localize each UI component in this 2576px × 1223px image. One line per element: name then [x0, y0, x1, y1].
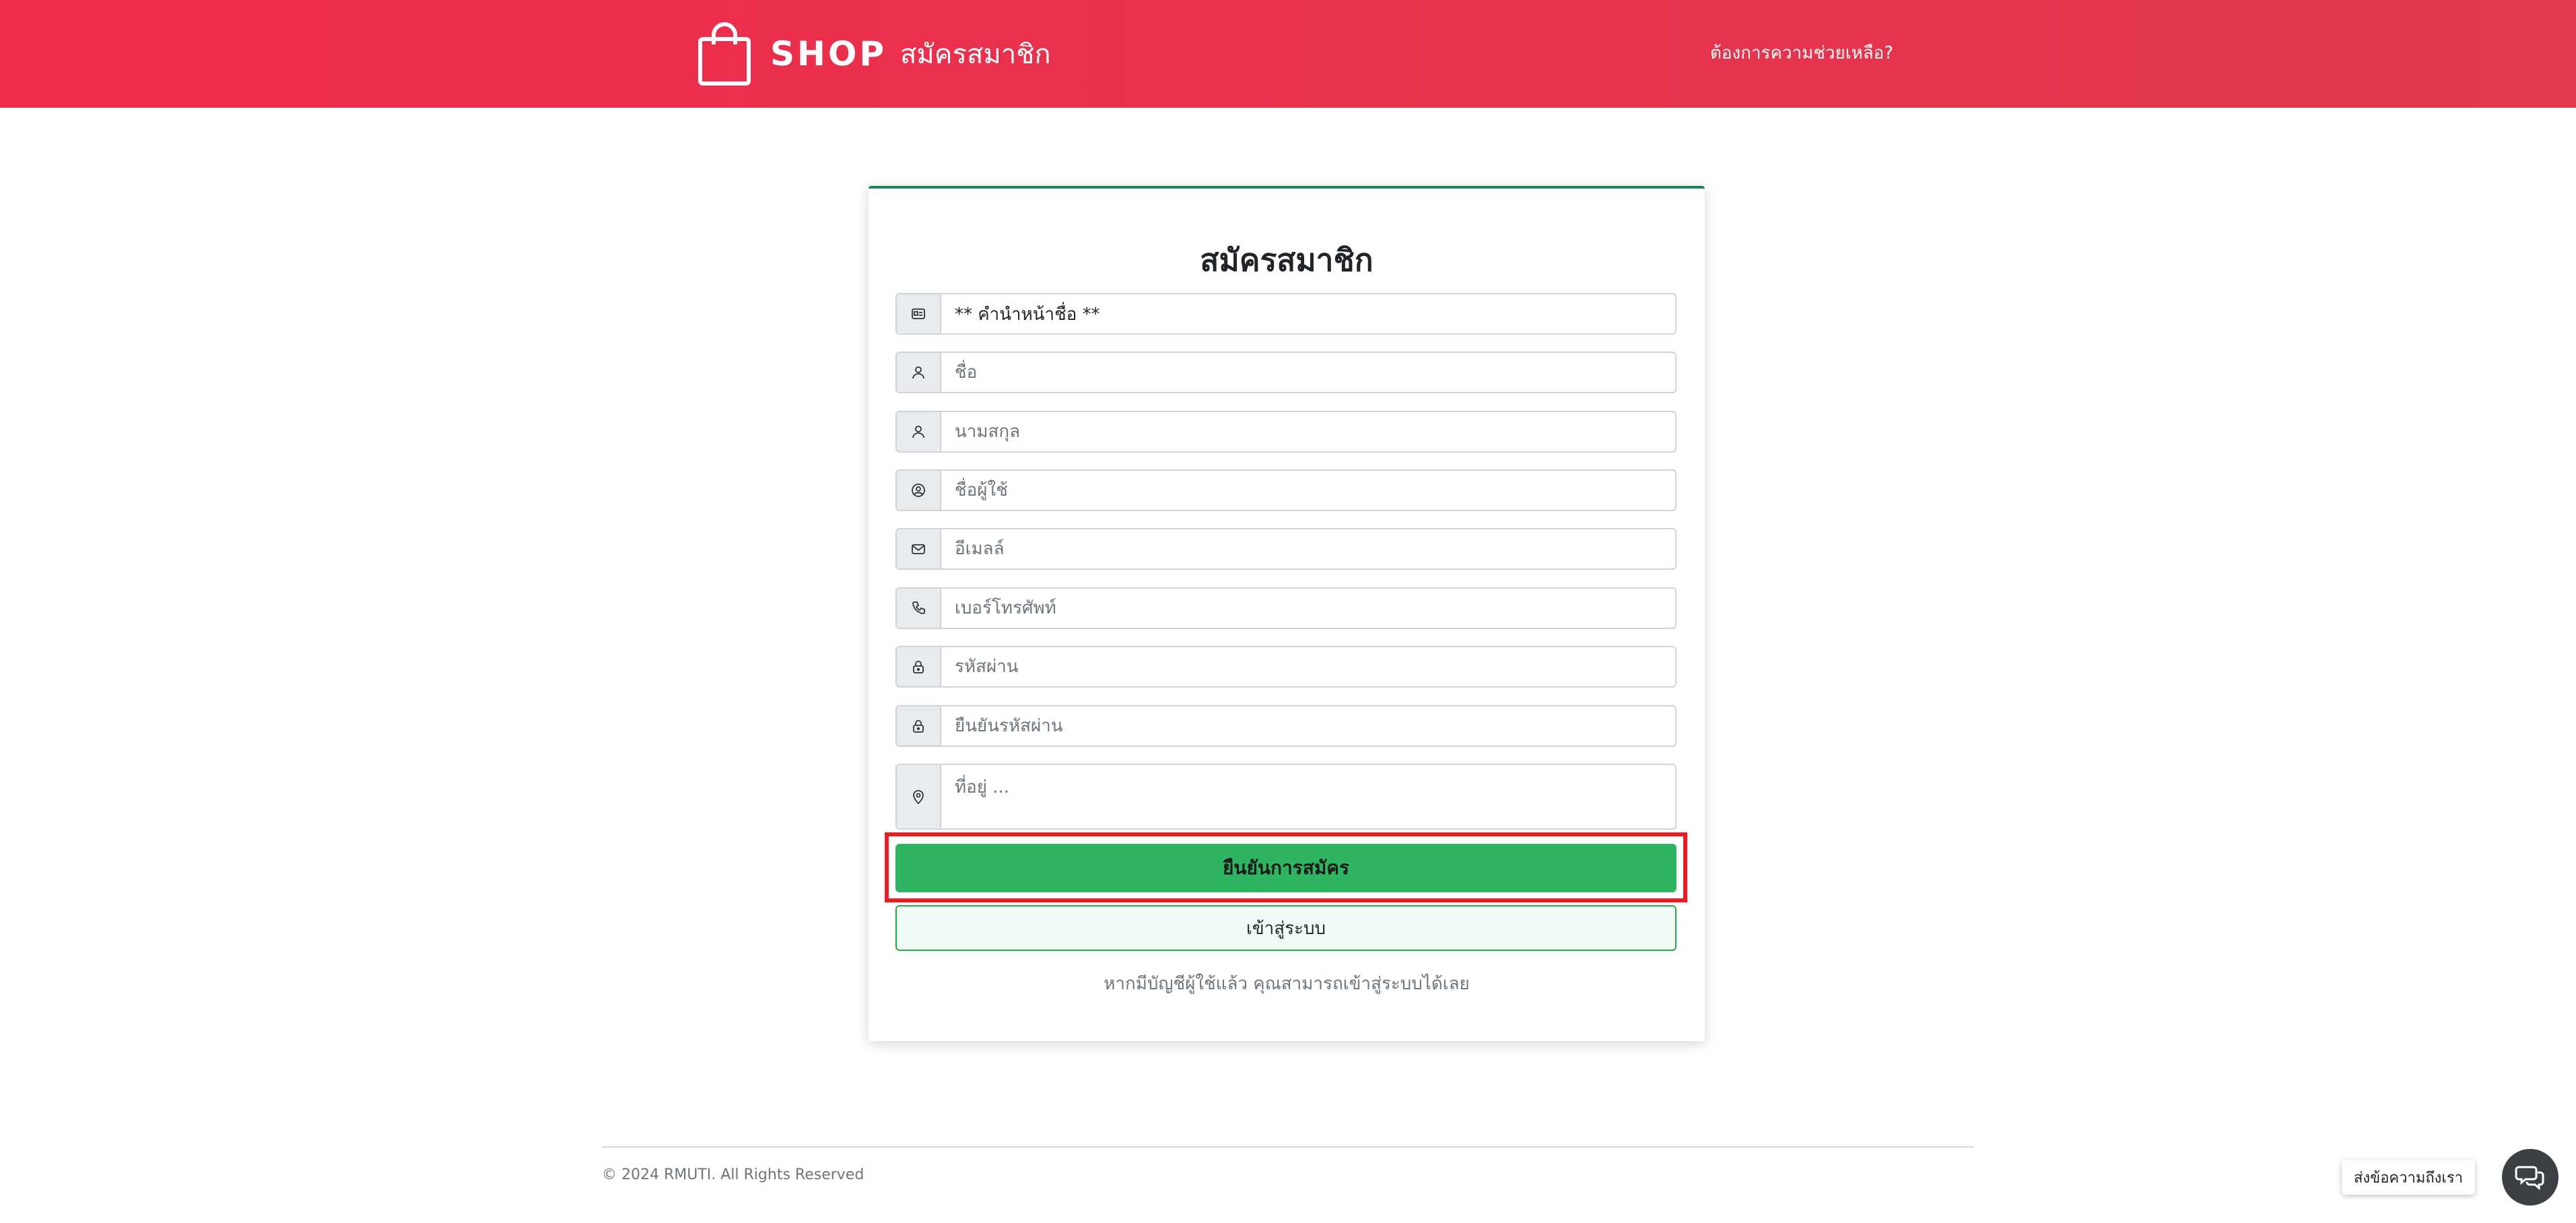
footer-divider [602, 1146, 1974, 1148]
chat-bubbles-icon [2515, 1166, 2544, 1191]
login-button[interactable]: เข้าสู่ระบบ [895, 905, 1676, 951]
brand[interactable]: SHOP สมัครสมาชิก [698, 20, 1051, 88]
top-header: SHOP สมัครสมาชิก ต้องการความช่วยเหลือ? [0, 0, 2576, 108]
copyright: © 2024 RMUTI. All Rights Reserved [602, 1166, 865, 1183]
shopping-bag-icon [698, 22, 751, 86]
chat-label[interactable]: ส่งข้อความถึงเรา [2342, 1160, 2476, 1195]
brand-text: SHOP [770, 34, 887, 73]
card-actions: ยืนยันการสมัคร เข้าสู่ระบบ หากมีบัญชีผู้… [869, 186, 1705, 1041]
chat-button[interactable] [2502, 1149, 2558, 1205]
help-link[interactable]: ต้องการความช่วยเหลือ? [1710, 39, 1893, 67]
login-hint: หากมีบัญชีผู้ใช้แล้ว คุณสามารถเข้าสู่ระบ… [1104, 974, 1470, 994]
submit-button[interactable]: ยืนยันการสมัคร [895, 844, 1676, 892]
brand-subtitle: สมัครสมาชิก [900, 39, 1051, 70]
